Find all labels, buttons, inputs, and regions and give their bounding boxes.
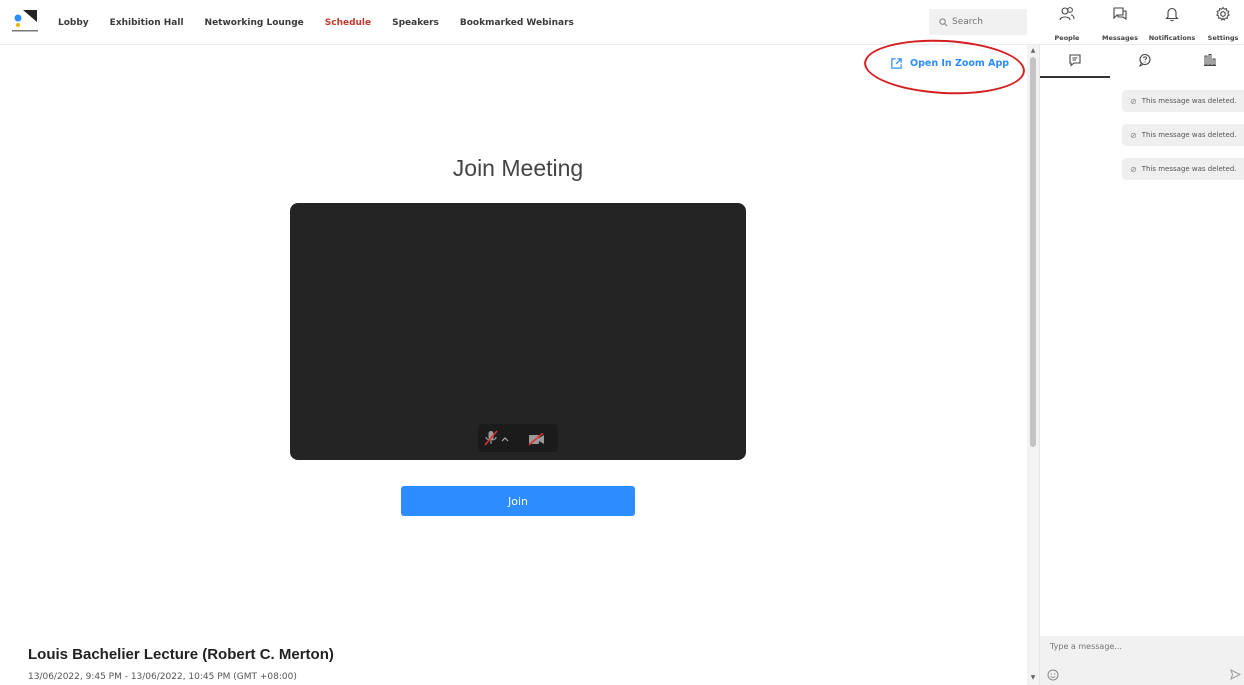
tab-polls[interactable]: [1175, 53, 1244, 78]
send-icon[interactable]: [1230, 669, 1241, 680]
open-in-zoom-app-link[interactable]: Open In Zoom App: [890, 57, 1009, 70]
deleted-icon: ⊘: [1130, 96, 1137, 106]
event-time: 13/06/2022, 9:45 PM - 13/06/2022, 10:45 …: [28, 672, 297, 682]
mute-microphone-button[interactable]: [484, 430, 498, 450]
chat-message-text: This message was deleted.: [1141, 97, 1237, 105]
bar-chart-icon: [1204, 54, 1216, 66]
chat-message: ⊘ This message was deleted.: [1122, 90, 1244, 112]
main-nav: Lobby Exhibition Hall Networking Lounge …: [58, 0, 595, 45]
tab-questions[interactable]: [1110, 53, 1180, 78]
chat-composer: [1040, 636, 1244, 685]
messages-icon: [1113, 7, 1127, 21]
messages-label: Messages: [1102, 34, 1138, 42]
chat-message-text: This message was deleted.: [1141, 165, 1237, 173]
scroll-thumb[interactable]: [1030, 57, 1036, 447]
chat-message-text: This message was deleted.: [1141, 131, 1237, 139]
chat-message: ⊘ This message was deleted.: [1122, 124, 1244, 146]
search-box[interactable]: [929, 9, 1027, 35]
message-input[interactable]: [1050, 642, 1230, 651]
notifications-label: Notifications: [1148, 34, 1196, 42]
main-scrollbar[interactable]: ▲ ▼: [1027, 45, 1039, 685]
question-bubble-icon: [1139, 53, 1151, 67]
deleted-icon: ⊘: [1130, 130, 1137, 140]
join-button[interactable]: Join: [401, 486, 635, 516]
top-navigation-bar: Lobby Exhibition Hall Networking Lounge …: [0, 0, 1244, 45]
scroll-down-arrow[interactable]: ▼: [1030, 675, 1036, 681]
nav-item-schedule[interactable]: Schedule: [325, 18, 371, 28]
external-link-icon: [891, 58, 902, 69]
bell-icon: [1165, 7, 1179, 22]
video-camera-off-icon: [528, 432, 544, 446]
chat-bubble-icon: [1069, 54, 1081, 67]
nav-item-exhibition-hall[interactable]: Exhibition Hall: [110, 18, 184, 28]
settings-label: Settings: [1207, 34, 1239, 42]
event-logo[interactable]: [10, 6, 40, 34]
notifications-button[interactable]: Notifications: [1147, 6, 1197, 44]
scroll-up-arrow[interactable]: ▲: [1030, 48, 1036, 54]
nav-item-bookmarked-webinars[interactable]: Bookmarked Webinars: [460, 18, 574, 28]
chat-message: ⊘ This message was deleted.: [1122, 158, 1244, 180]
people-button[interactable]: People: [1042, 6, 1092, 44]
preview-controls: [478, 424, 558, 452]
tab-chat[interactable]: [1040, 53, 1110, 78]
page-title: Join Meeting: [452, 155, 584, 181]
event-title: Louis Bachelier Lecture (Robert C. Merto…: [28, 646, 334, 663]
chat-panel: ⊘ This message was deleted. ⊘ This messa…: [1039, 45, 1244, 685]
nav-item-speakers[interactable]: Speakers: [392, 18, 439, 28]
microphone-muted-icon: [484, 430, 498, 446]
search-input[interactable]: [952, 17, 1022, 27]
open-in-zoom-app-label: Open In Zoom App: [910, 58, 1010, 69]
people-icon: [1059, 7, 1075, 21]
deleted-icon: ⊘: [1130, 164, 1137, 174]
nav-item-networking-lounge[interactable]: Networking Lounge: [205, 18, 304, 28]
audio-options-chevron[interactable]: [501, 428, 509, 447]
gear-icon: [1216, 6, 1230, 21]
emoji-icon[interactable]: [1047, 669, 1059, 681]
stop-video-button[interactable]: [528, 431, 545, 450]
messages-button[interactable]: Messages: [1095, 6, 1145, 44]
settings-button[interactable]: Settings: [1198, 6, 1244, 44]
search-icon: [939, 17, 948, 26]
nav-item-lobby[interactable]: Lobby: [58, 18, 89, 28]
chevron-up-icon: [501, 437, 509, 442]
people-label: People: [1054, 34, 1080, 42]
video-preview: [290, 203, 746, 460]
